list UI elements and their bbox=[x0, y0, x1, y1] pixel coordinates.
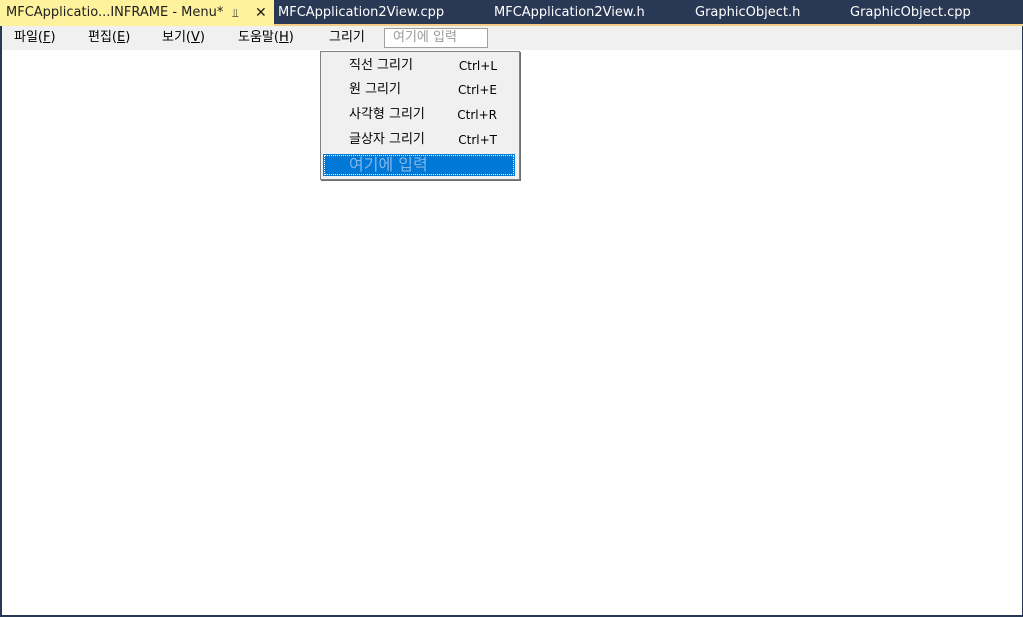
draw-menu-dropdown: 직선 그리기 Ctrl+L 원 그리기 Ctrl+E 사각형 그리기 Ctrl+… bbox=[320, 51, 520, 180]
type-here-label: 여기에 입력 bbox=[349, 155, 428, 174]
menu-help-paren: ) bbox=[288, 30, 294, 45]
menu-item-label: 글상자 그리기 bbox=[349, 132, 425, 147]
menu-edit-paren: ) bbox=[125, 30, 131, 45]
menu-item-shortcut: Ctrl+L bbox=[458, 59, 497, 73]
menu-view-mnemonic: V bbox=[191, 30, 200, 45]
menu-draw[interactable]: 그리기 bbox=[329, 26, 365, 50]
menu-item-shortcut: Ctrl+E bbox=[458, 83, 497, 97]
menu-view-paren: ) bbox=[199, 30, 205, 45]
tab-label: GraphicObject.cpp bbox=[850, 5, 971, 20]
menu-item-shortcut: Ctrl+T bbox=[458, 133, 497, 147]
menu-file-paren: ) bbox=[50, 30, 56, 45]
tab-label: MFCApplicatio...INFRAME - Menu* bbox=[6, 5, 224, 20]
menu-help-mnemonic: H bbox=[278, 30, 289, 45]
menu-editor-canvas[interactable]: 파일(F) 편집(E) 보기(V) 도움말(H) 그리기 여기에 입력 직선 그… bbox=[0, 26, 1023, 617]
tab-view-h[interactable]: MFCApplication2View.h bbox=[494, 0, 645, 24]
tab-label: MFCApplication2View.h bbox=[494, 5, 645, 20]
menu-item-label: 사각형 그리기 bbox=[349, 107, 425, 122]
menu-file[interactable]: 파일(F) bbox=[14, 26, 56, 50]
tab-label: MFCApplication2View.cpp bbox=[278, 5, 445, 20]
menu-edit-mnemonic: E bbox=[117, 30, 126, 45]
document-tab-strip: MFCApplicatio...INFRAME - Menu* ⫫ ✕ MFCA… bbox=[0, 0, 1023, 26]
menu-file-label: 파일( bbox=[14, 30, 43, 45]
menu-item-draw-ellipse[interactable]: 원 그리기 Ctrl+E bbox=[321, 78, 519, 102]
tab-label: GraphicObject.h bbox=[695, 5, 801, 20]
menu-item-draw-textbox[interactable]: 글상자 그리기 Ctrl+T bbox=[321, 128, 519, 152]
dropdown-type-here-field[interactable]: 여기에 입력 bbox=[323, 154, 515, 176]
menu-edit-label: 편집( bbox=[88, 30, 117, 45]
menu-item-shortcut: Ctrl+R bbox=[457, 108, 497, 122]
menu-resource-editor-window: MFCApplicatio...INFRAME - Menu* ⫫ ✕ MFCA… bbox=[0, 0, 1023, 617]
menu-draw-label: 그리기 bbox=[329, 30, 365, 45]
menubar-type-here-field[interactable]: 여기에 입력 bbox=[384, 28, 488, 48]
menu-item-draw-rectangle[interactable]: 사각형 그리기 Ctrl+R bbox=[321, 103, 519, 127]
tab-graphicobject-cpp[interactable]: GraphicObject.cpp bbox=[850, 0, 971, 24]
tab-view-cpp[interactable]: MFCApplication2View.cpp bbox=[278, 0, 444, 24]
menu-view-label: 보기( bbox=[162, 30, 191, 45]
menu-edit[interactable]: 편집(E) bbox=[88, 26, 130, 50]
menu-bar: 파일(F) 편집(E) 보기(V) 도움말(H) 그리기 여기에 입력 bbox=[2, 26, 1022, 50]
menu-help-label: 도움말( bbox=[238, 30, 279, 45]
pin-icon[interactable]: ⫫ bbox=[232, 0, 239, 26]
menu-view[interactable]: 보기(V) bbox=[162, 26, 205, 50]
menu-item-label: 원 그리기 bbox=[349, 82, 401, 97]
menu-item-draw-line[interactable]: 직선 그리기 Ctrl+L bbox=[321, 54, 519, 78]
close-icon[interactable]: ✕ bbox=[255, 0, 267, 26]
menu-help[interactable]: 도움말(H) bbox=[238, 26, 294, 50]
tab-graphicobject-h[interactable]: GraphicObject.h bbox=[695, 0, 800, 24]
menu-item-label: 직선 그리기 bbox=[349, 58, 413, 73]
tab-menu-resource[interactable]: MFCApplicatio...INFRAME - Menu* ⫫ ✕ bbox=[0, 0, 274, 26]
